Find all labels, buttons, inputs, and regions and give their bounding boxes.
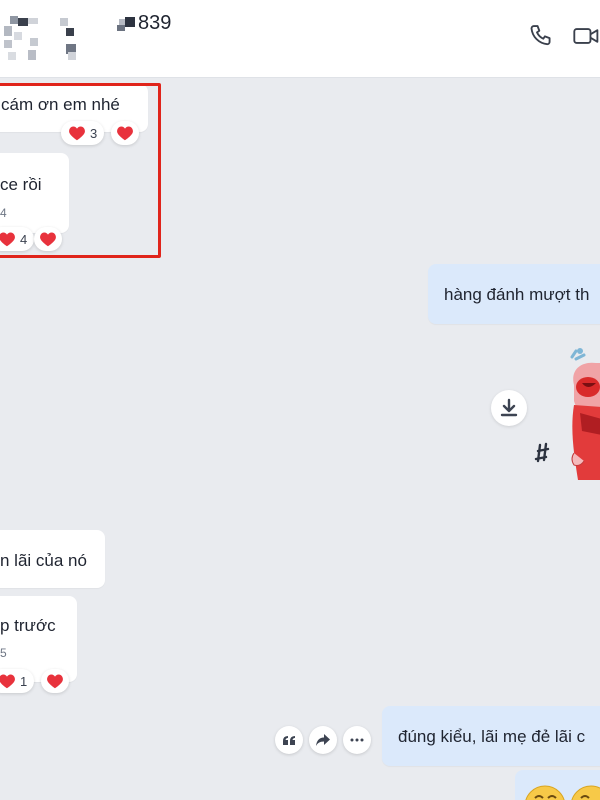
title-redacted — [115, 16, 137, 31]
video-camera-icon[interactable] — [572, 22, 600, 50]
sticker-image[interactable] — [530, 345, 600, 485]
reaction-count: 1 — [20, 673, 28, 689]
download-icon — [500, 398, 518, 417]
share-icon — [316, 734, 330, 746]
chat-title-text: 839 — [138, 12, 172, 34]
message-text: p trước — [0, 616, 56, 635]
chat-title: 839 — [115, 12, 171, 35]
heart-icon — [0, 674, 15, 689]
message-text: đúng kiểu, lãi mẹ đẻ lãi c — [398, 727, 586, 746]
message-meta: 5 — [0, 646, 7, 660]
my-emoji-message[interactable] — [515, 770, 600, 800]
more-button[interactable] — [343, 726, 371, 754]
my-message-bubble[interactable]: hàng đánh mượt th — [428, 264, 600, 324]
reaction-summary[interactable]: 1 — [0, 669, 35, 693]
chat-header: 839 — [0, 0, 600, 78]
quote-icon — [283, 736, 295, 745]
quote-button[interactable] — [275, 726, 303, 754]
message-text: hàng đánh mượt th — [444, 285, 590, 304]
phone-icon[interactable] — [528, 22, 556, 50]
more-icon — [350, 738, 364, 742]
message-bubble[interactable]: n lãi của nó — [0, 530, 105, 588]
react-button[interactable] — [41, 669, 69, 693]
heart-icon — [47, 674, 63, 689]
avatar[interactable] — [0, 10, 90, 66]
smiley-icon — [525, 785, 600, 800]
message-text: n lãi của nó — [0, 551, 87, 570]
share-button[interactable] — [309, 726, 337, 754]
download-button[interactable] — [491, 390, 527, 426]
highlight-box — [0, 83, 161, 258]
my-message-bubble[interactable]: đúng kiểu, lãi mẹ đẻ lãi c — [382, 706, 600, 766]
